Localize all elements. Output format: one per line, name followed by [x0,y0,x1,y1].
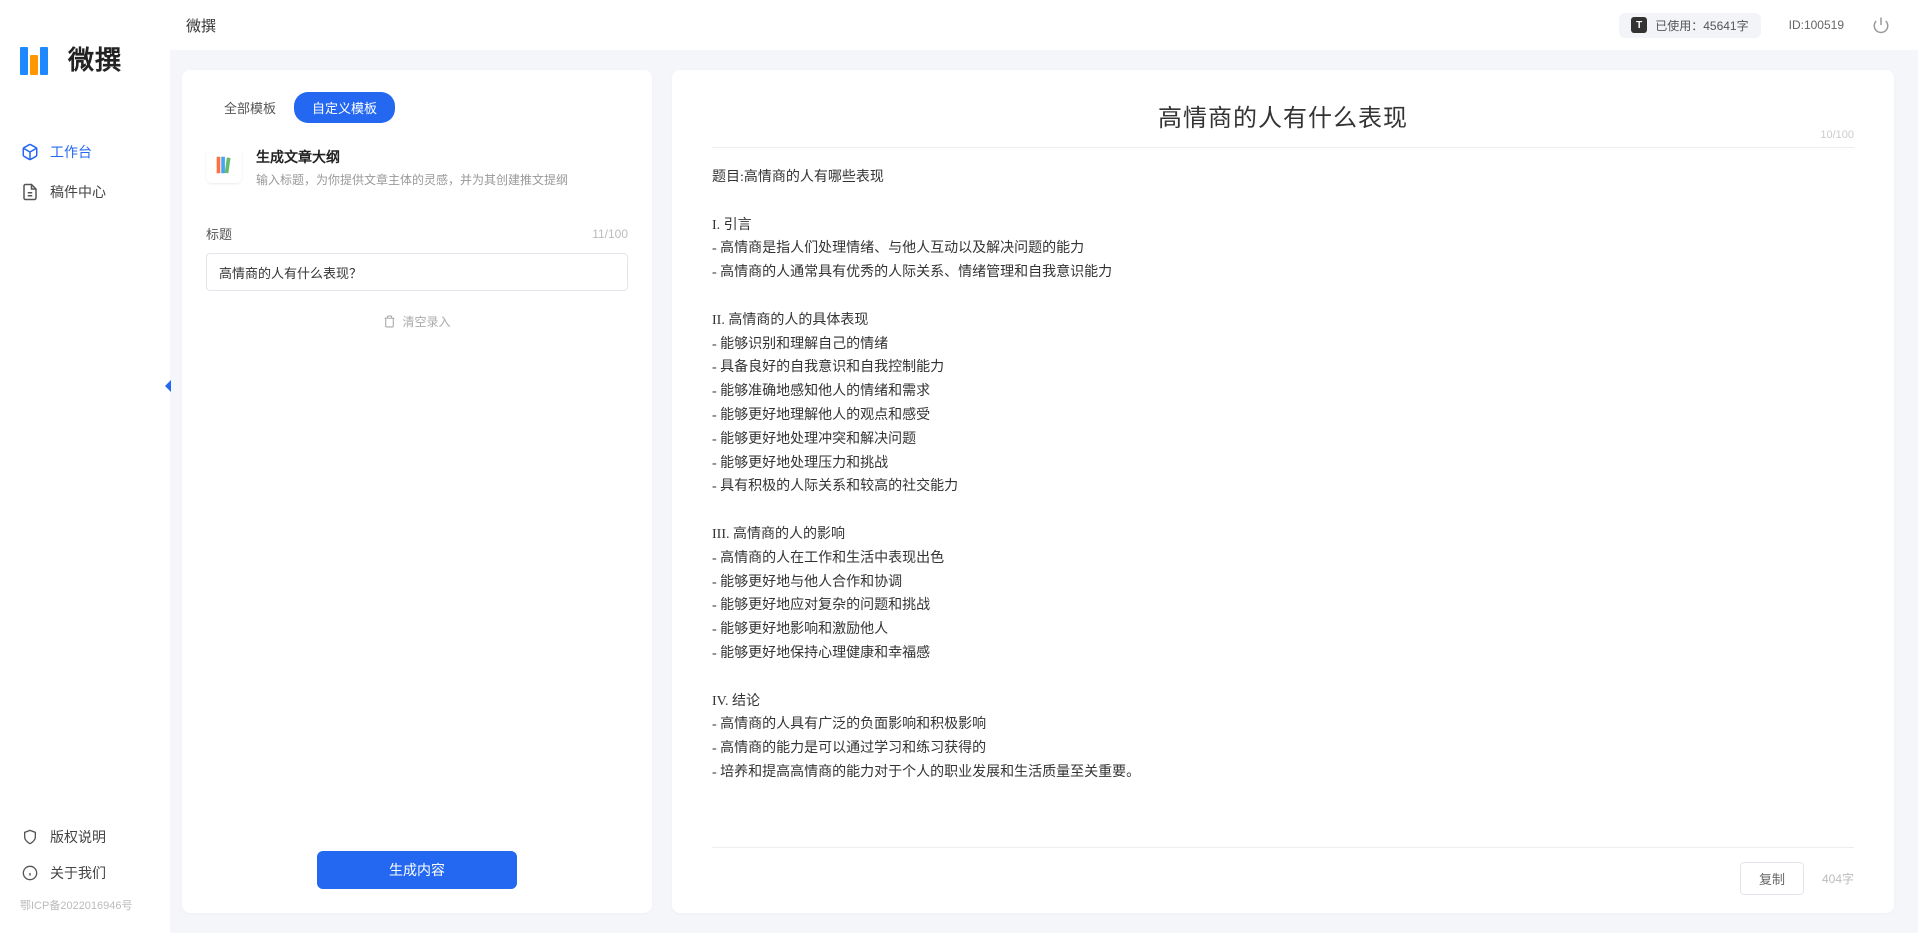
clear-label: 清空录入 [402,313,450,330]
books-icon [206,147,242,183]
title-input[interactable] [206,253,628,291]
shield-icon [20,827,40,847]
output-title-count: 10/100 [1820,129,1854,141]
document-icon [20,182,40,202]
link-about[interactable]: 关于我们 [0,855,170,891]
power-icon[interactable] [1872,16,1890,34]
topbar: 微撰 T 已使用：45641字 ID:100519 [170,0,1918,50]
clear-input-button[interactable]: 清空录入 [206,313,628,330]
icp-text: 鄂ICP备2022016946号 [0,891,170,913]
tab-all-templates[interactable]: 全部模板 [206,92,294,123]
nav-label: 稿件中心 [50,182,106,202]
nav-item-workbench[interactable]: 工作台 [0,132,170,172]
output-title: 高情商的人有什么表现 [712,98,1854,133]
template-tabs: 全部模板 自定义模板 [206,92,628,123]
user-id: ID:100519 [1789,18,1844,32]
trash-icon [383,315,396,328]
page-title: 微撰 [186,15,216,36]
nav-label: 工作台 [50,142,92,162]
title-char-count: 11/100 [592,227,628,241]
sidebar-bottom: 版权说明 关于我们 鄂ICP备2022016946号 [0,819,170,933]
usage-badge: T 已使用：45641字 [1619,13,1760,38]
title-label: 标题 [206,224,232,243]
cube-icon [20,142,40,162]
info-icon [20,863,40,883]
main: 微撰 T 已使用：45641字 ID:100519 全部模板 自定义模板 [170,0,1918,933]
template-title: 生成文章大纲 [256,147,568,167]
template-card: 生成文章大纲 输入标题，为你提供文章主体的灵感，并为其创建推文提纲 [206,141,628,206]
text-icon: T [1631,17,1647,33]
template-panel: 全部模板 自定义模板 生成文章大纲 输入标题，为你提供文章主体的灵感，并为其创建… [182,70,652,913]
nav-item-drafts[interactable]: 稿件中心 [0,172,170,212]
link-label: 版权说明 [50,827,106,847]
link-label: 关于我们 [50,863,106,883]
logo-text: 微撰 [68,40,122,77]
generate-button[interactable]: 生成内容 [317,851,517,889]
app-logo: 微撰 [0,40,170,77]
template-desc: 输入标题，为你提供文章主体的灵感，并为其创建推文提纲 [256,171,568,188]
sidebar: 微撰 工作台 稿件中心 版权说明 [0,0,170,933]
output-word-count: 404字 [1822,870,1854,887]
copy-button[interactable]: 复制 [1740,862,1804,895]
tab-custom-templates[interactable]: 自定义模板 [294,92,395,123]
output-panel: 高情商的人有什么表现 10/100 题目:高情商的人有哪些表现 I. 引言 - … [672,70,1894,913]
link-copyright[interactable]: 版权说明 [0,819,170,855]
output-body: 题目:高情商的人有哪些表现 I. 引言 - 高情商是指人们处理情绪、与他人互动以… [712,166,1854,837]
logo-mark [20,43,60,75]
collapse-sidebar-button[interactable] [160,376,176,396]
usage-text: 已使用：45641字 [1655,17,1748,34]
title-field: 标题 11/100 [206,224,628,291]
sidebar-nav: 工作台 稿件中心 [0,132,170,819]
